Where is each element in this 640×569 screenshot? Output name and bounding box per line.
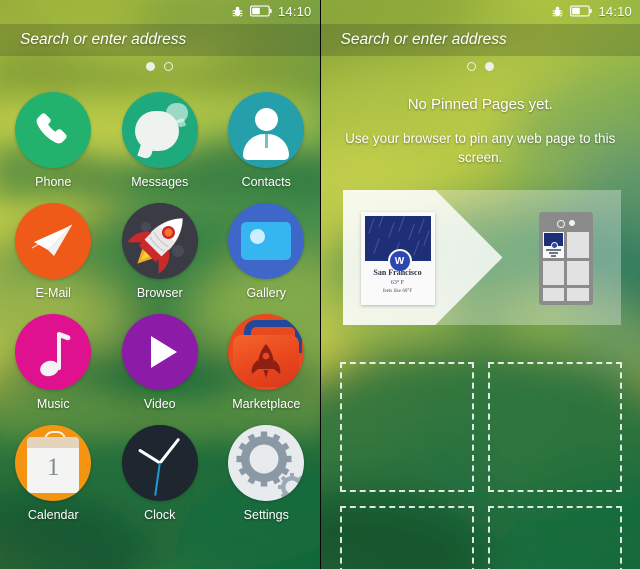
gallery-icon	[228, 203, 305, 279]
pin-illustration: W San Francisco 63° F feels like 60°F	[342, 190, 621, 325]
status-time: 14:10	[598, 3, 632, 19]
app-label: Marketplace	[232, 397, 301, 411]
search-bar[interactable]: Search or enter address	[0, 24, 320, 56]
app-video[interactable]: Video	[107, 314, 214, 411]
page-dot-2[interactable]	[484, 62, 494, 71]
app-label: Messages	[131, 175, 189, 189]
app-email[interactable]: E-Mail	[0, 203, 107, 300]
mockup-tile-weather	[542, 232, 564, 259]
browser-rocket-icon	[121, 203, 198, 279]
app-label: Browser	[136, 286, 183, 300]
pin-placeholder-slot[interactable]	[487, 506, 622, 569]
calendar-icon: 1	[15, 425, 92, 501]
mockup-tile	[567, 287, 589, 301]
pinned-pages-screen: 14:10 Search or enter address No Pinned …	[319, 0, 640, 569]
mockup-tile	[542, 287, 564, 301]
calendar-day: 1	[47, 454, 60, 481]
status-time: 14:10	[277, 3, 312, 19]
empty-state: No Pinned Pages yet. Use your browser to…	[321, 96, 640, 167]
search-input[interactable]: Search or enter address	[0, 31, 186, 49]
mockup-tile-grid	[542, 232, 589, 301]
pin-placeholder-slot[interactable]	[487, 362, 622, 492]
mockup-tile	[567, 261, 589, 285]
app-music[interactable]: Music	[0, 314, 107, 411]
phone-icon	[15, 92, 92, 168]
bug-icon	[551, 5, 564, 18]
mockup-sensor-icon	[556, 220, 565, 228]
battery-icon	[570, 5, 593, 17]
app-label: Gallery	[246, 286, 287, 300]
search-bar[interactable]: Search or enter address	[320, 24, 640, 56]
app-marketplace[interactable]: Marketplace	[213, 314, 320, 411]
home-screen: 14:10 Search or enter address Phone Mess…	[0, 0, 320, 569]
video-play-icon	[121, 314, 198, 390]
app-calendar[interactable]: 1 Calendar	[0, 425, 107, 522]
empty-state-subtitle: Use your browser to pin any web page to …	[345, 131, 616, 165]
app-phone[interactable]: Phone	[0, 92, 107, 189]
music-note-icon	[15, 314, 92, 390]
battery-icon	[249, 5, 272, 17]
app-settings[interactable]: Settings	[213, 425, 320, 522]
app-label: Settings	[243, 508, 289, 522]
app-label: Phone	[35, 175, 72, 189]
app-messages[interactable]: Messages	[107, 92, 214, 189]
weather-temperature: 63° F	[390, 280, 405, 286]
empty-state-title: No Pinned Pages yet.	[407, 96, 553, 113]
app-clock[interactable]: Clock	[107, 425, 214, 522]
search-input[interactable]: Search or enter address	[321, 31, 507, 49]
email-icon	[15, 203, 92, 279]
bug-icon	[231, 5, 244, 18]
settings-gear-icon	[228, 425, 305, 501]
weather-city: San Francisco	[373, 268, 422, 277]
weather-feels-like: feels like 60°F	[382, 289, 413, 294]
status-bar: 14:10	[321, 0, 640, 22]
weather-card: W San Francisco 63° F feels like 60°F	[360, 212, 435, 305]
phone-mockup-icon	[538, 212, 593, 305]
app-label: Contacts	[241, 175, 291, 189]
mockup-camera-icon	[568, 220, 575, 226]
marketplace-bag-icon	[228, 314, 305, 390]
page-dot-1[interactable]	[466, 62, 476, 71]
app-label: Music	[36, 397, 70, 411]
page-indicator	[0, 62, 320, 71]
status-bar: 14:10	[0, 0, 320, 22]
contacts-icon	[228, 92, 305, 168]
mockup-tile	[542, 261, 564, 285]
clock-icon	[121, 425, 198, 501]
app-label: E-Mail	[35, 286, 71, 300]
app-label: Calendar	[27, 508, 79, 522]
page-dot-2[interactable]	[164, 62, 174, 71]
mockup-tile	[567, 232, 589, 259]
dual-screenshot: 14:10 Search or enter address Phone Mess…	[0, 0, 640, 569]
app-browser[interactable]: Browser	[107, 203, 214, 300]
app-contacts[interactable]: Contacts	[213, 92, 320, 189]
page-dot-1[interactable]	[146, 62, 156, 71]
pin-placeholder-slot[interactable]	[339, 506, 474, 569]
pin-placeholder-slot[interactable]	[339, 362, 474, 492]
app-label: Video	[143, 397, 176, 411]
app-label: Clock	[144, 508, 176, 522]
app-grid: Phone Messages Contacts E-Mail Browser G…	[0, 92, 320, 522]
app-gallery[interactable]: Gallery	[213, 203, 320, 300]
page-indicator	[321, 62, 640, 71]
pin-placeholder-grid	[339, 362, 622, 569]
messages-icon	[121, 92, 198, 168]
